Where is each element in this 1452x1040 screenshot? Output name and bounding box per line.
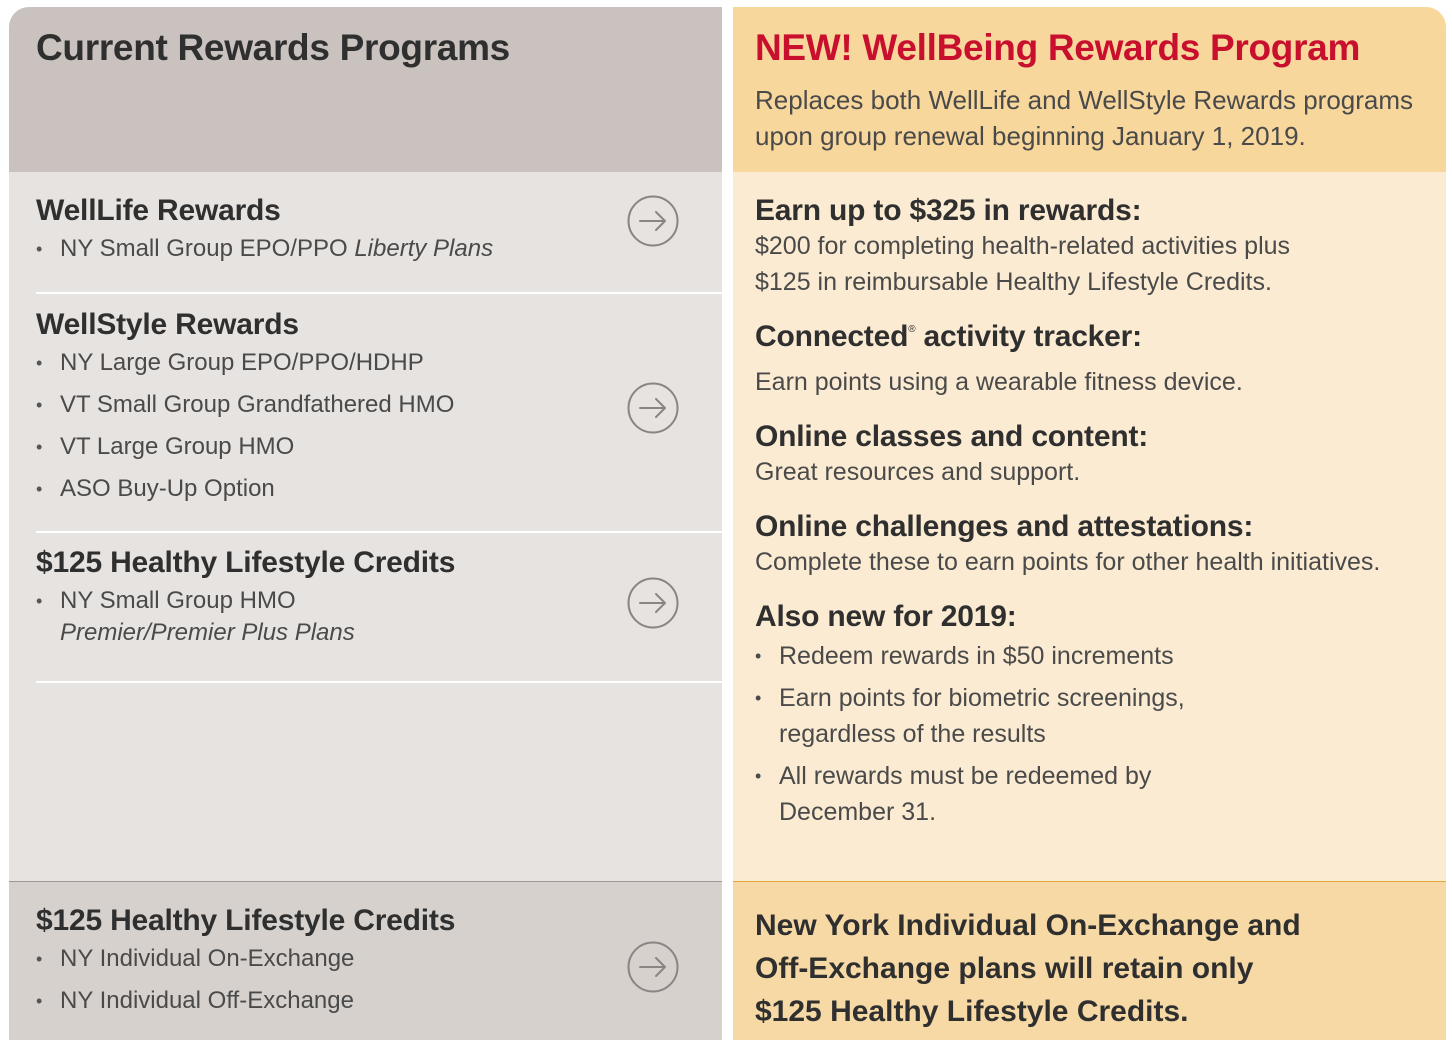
arrow-right-circle-icon[interactable] xyxy=(627,941,679,993)
feature-earn-rewards: Earn up to $325 in rewards: $200 for com… xyxy=(755,194,1445,300)
feature-text: $200 for completing health-related activ… xyxy=(755,232,1291,260)
list-item: Earn points for biometric screenings, reg… xyxy=(755,680,1445,752)
list-item: VT Large Group HMO xyxy=(36,426,722,468)
feature-text: Great resources and support. xyxy=(755,458,1081,486)
feature-heading: Also new for 2019: xyxy=(755,600,1017,633)
feature-text: Complete these to earn points for other … xyxy=(755,548,1381,576)
list-item: All rewards must be redeemed by December … xyxy=(755,758,1445,830)
subtitle-line: upon group renewal beginning January 1, … xyxy=(755,121,1306,151)
program-healthy-lifestyle-credits: $125 Healthy Lifestyle Credits NY Small … xyxy=(36,546,722,650)
program-wellstyle: WellStyle Rewards NY Large Group EPO/PPO… xyxy=(36,308,722,510)
feature-heading: Online challenges and attestations: xyxy=(755,510,1254,543)
new-badge: NEW! xyxy=(755,27,853,68)
program-name: WellBeing Rewards Program xyxy=(852,27,1361,68)
individual-plans-note-text: New York Individual On-Exchange and Off-E… xyxy=(755,904,1415,1033)
bullet-text: All rewards must be redeemed by xyxy=(779,762,1152,790)
program-plan-list: NY Large Group EPO/PPO/HDHP VT Small Gro… xyxy=(36,342,722,510)
list-item: ASO Buy-Up Option xyxy=(36,468,722,510)
plan-italic-text: Liberty Plans xyxy=(354,235,494,262)
feature-heading: Online classes and content: xyxy=(755,420,1149,453)
bullet-text: December 31. xyxy=(779,798,937,826)
list-item: NY Small Group EPO/PPO Liberty Plans xyxy=(36,228,722,270)
note-line: Off-Exchange plans will retain only xyxy=(755,952,1254,985)
registered-mark: ® xyxy=(908,324,916,335)
divider xyxy=(36,681,722,683)
feature-text: $125 in reimbursable Healthy Lifestyle C… xyxy=(755,268,1272,296)
program-individual-credits: $125 Healthy Lifestyle Credits NY Indivi… xyxy=(36,904,722,1022)
feature-text: Earn points using a wearable fitness dev… xyxy=(755,368,1243,396)
individual-programs-section: $125 Healthy Lifestyle Credits NY Indivi… xyxy=(9,881,722,1040)
program-plan-list: NY Small Group HMO Premier/Premier Plus P… xyxy=(36,580,722,650)
current-programs-column: Current Rewards Programs WellLife Reward… xyxy=(9,7,722,1040)
current-programs-header: Current Rewards Programs xyxy=(9,7,722,172)
program-title: WellStyle Rewards xyxy=(36,308,299,341)
list-item: NY Small Group HMO Premier/Premier Plus P… xyxy=(36,580,722,650)
new-program-features: Earn up to $325 in rewards: $200 for com… xyxy=(733,172,1446,881)
arrow-right-circle-icon[interactable] xyxy=(627,382,679,434)
divider xyxy=(36,292,722,294)
subtitle-line: Replaces both WellLife and WellStyle Rew… xyxy=(755,85,1414,115)
list-item: Redeem rewards in $50 increments xyxy=(755,638,1445,674)
feature-also-new: Also new for 2019: Redeem rewards in $50… xyxy=(755,600,1445,836)
bullet-text: regardless of the results xyxy=(779,720,1046,748)
program-plan-list: NY Small Group EPO/PPO Liberty Plans xyxy=(36,228,722,270)
arrow-right-circle-icon[interactable] xyxy=(627,195,679,247)
bullet-text: Redeem rewards in $50 increments xyxy=(779,642,1174,670)
feature-heading: Connected® activity tracker: xyxy=(755,320,1445,354)
individual-plans-note: New York Individual On-Exchange and Off-E… xyxy=(733,881,1446,1040)
program-title: $125 Healthy Lifestyle Credits xyxy=(36,546,456,579)
program-welllife: WellLife Rewards NY Small Group EPO/PPO … xyxy=(36,194,722,270)
plan-italic-text: Premier/Premier Plus Plans xyxy=(60,619,355,646)
feature-activity-tracker: Connected® activity tracker: Earn points… xyxy=(755,320,1445,400)
new-program-title: NEW! WellBeing Rewards Program xyxy=(755,27,1360,69)
plan-text: NY Small Group HMO xyxy=(60,587,296,614)
heading-text: Connected xyxy=(755,320,909,353)
list-item: NY Individual Off-Exchange xyxy=(36,980,722,1022)
new-program-header: NEW! WellBeing Rewards Program Replaces … xyxy=(733,7,1446,172)
program-title: $125 Healthy Lifestyle Credits xyxy=(36,904,456,937)
list-item: NY Large Group EPO/PPO/HDHP xyxy=(36,342,722,384)
divider xyxy=(36,531,722,533)
feature-online-challenges: Online challenges and attestations: Comp… xyxy=(755,510,1445,580)
note-line: $125 Healthy Lifestyle Credits. xyxy=(755,995,1189,1028)
feature-bullet-list: Redeem rewards in $50 increments Earn po… xyxy=(755,638,1445,830)
new-program-subtitle: Replaces both WellLife and WellStyle Rew… xyxy=(755,82,1435,154)
current-programs-title: Current Rewards Programs xyxy=(36,27,510,68)
arrow-right-circle-icon[interactable] xyxy=(627,577,679,629)
new-program-column: NEW! WellBeing Rewards Program Replaces … xyxy=(733,7,1446,1040)
note-line: New York Individual On-Exchange and xyxy=(755,909,1301,942)
list-item: VT Small Group Grandfathered HMO xyxy=(36,384,722,426)
program-plan-list: NY Individual On-Exchange NY Individual … xyxy=(36,938,722,1022)
heading-text: activity tracker: xyxy=(915,320,1143,353)
feature-online-classes: Online classes and content: Great resour… xyxy=(755,420,1445,490)
plan-text: NY Small Group EPO/PPO xyxy=(60,235,355,262)
program-title: WellLife Rewards xyxy=(36,194,281,227)
list-item: NY Individual On-Exchange xyxy=(36,938,722,980)
current-programs-list: WellLife Rewards NY Small Group EPO/PPO … xyxy=(9,172,722,881)
feature-heading: Earn up to $325 in rewards: xyxy=(755,194,1142,227)
bullet-text: Earn points for biometric screenings, xyxy=(779,684,1185,712)
